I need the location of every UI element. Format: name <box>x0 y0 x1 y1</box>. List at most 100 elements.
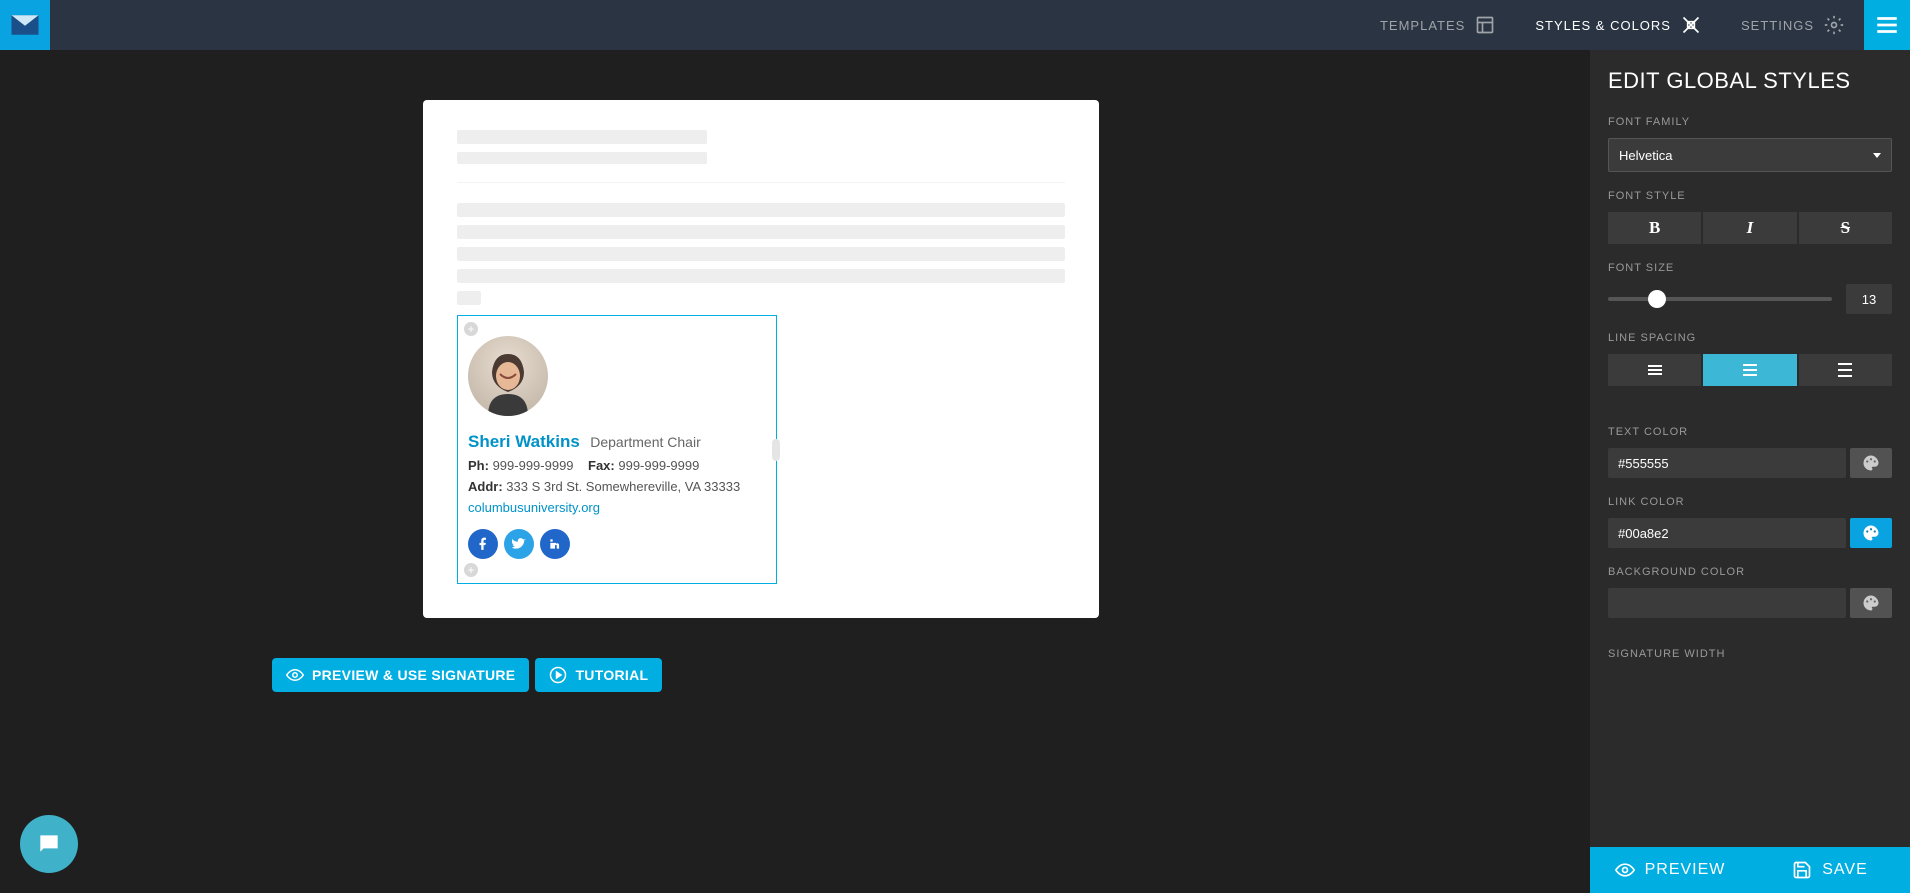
palette-icon <box>1862 524 1880 542</box>
profile-avatar[interactable] <box>468 336 548 416</box>
sidebar-preview-button[interactable]: PREVIEW <box>1590 847 1750 893</box>
signature-box[interactable]: + Sheri Watkins Department <box>457 315 777 584</box>
text-color-label: TEXT COLOR <box>1608 426 1892 438</box>
chat-widget[interactable] <box>20 815 78 873</box>
font-size-slider-row: 13 <box>1608 284 1892 314</box>
sidebar-footer: PREVIEW SAVE <box>1590 847 1910 893</box>
text-color-row: #555555 <box>1608 448 1892 478</box>
play-circle-icon <box>549 666 567 684</box>
placeholder-divider <box>457 182 1065 183</box>
nav-styles-label: STYLES & COLORS <box>1535 18 1671 33</box>
bg-color-input[interactable] <box>1608 588 1846 618</box>
chevron-down-icon <box>1873 153 1881 158</box>
bg-color-picker[interactable] <box>1850 588 1892 618</box>
gear-icon <box>1824 15 1844 35</box>
facebook-icon[interactable] <box>468 529 498 559</box>
line-spacing-normal[interactable] <box>1703 354 1796 386</box>
line-spacing-group <box>1608 354 1892 386</box>
design-tools-icon <box>1681 15 1701 35</box>
font-size-label: FONT SIZE <box>1608 262 1892 274</box>
eye-icon <box>1615 860 1635 880</box>
link-color-row: #00a8e2 <box>1608 518 1892 548</box>
line-spacing-label: LINE SPACING <box>1608 332 1892 344</box>
twitter-icon[interactable] <box>504 529 534 559</box>
menu-icon <box>1874 12 1900 38</box>
topnav: TEMPLATES STYLES & COLORS SETTINGS <box>1360 0 1910 50</box>
nav-styles-colors[interactable]: STYLES & COLORS <box>1515 0 1721 50</box>
tutorial-label: TUTORIAL <box>575 667 648 683</box>
line-spacing-tight[interactable] <box>1608 354 1701 386</box>
fax-label: Fax: <box>588 458 615 473</box>
bottom-actions: PREVIEW & USE SIGNATURE TUTORIAL <box>272 658 662 692</box>
text-color-input[interactable]: #555555 <box>1608 448 1846 478</box>
placeholder-line <box>457 225 1065 239</box>
avatar-icon <box>468 336 548 416</box>
signature-width-label: SIGNATURE WIDTH <box>1608 648 1892 660</box>
signature-address-row[interactable]: Addr: 333 S 3rd St. Somewhereville, VA 3… <box>468 479 766 494</box>
font-family-label: FONT FAMILY <box>1608 116 1892 128</box>
addr-value: 333 S 3rd St. Somewhereville, VA 33333 <box>506 479 740 494</box>
palette-icon <box>1862 454 1880 472</box>
placeholder-line <box>457 291 481 305</box>
preview-use-label: PREVIEW & USE SIGNATURE <box>312 667 515 683</box>
add-block-top[interactable]: + <box>464 322 478 336</box>
signature-link[interactable]: columbusuniversity.org <box>468 500 600 515</box>
add-block-bottom[interactable]: + <box>464 563 478 577</box>
nav-templates-label: TEMPLATES <box>1380 18 1465 33</box>
canvas: + Sheri Watkins Department <box>0 50 1522 893</box>
placeholder-line <box>457 203 1065 217</box>
sidebar-preview-label: PREVIEW <box>1645 861 1726 879</box>
app-logo[interactable] <box>0 0 50 50</box>
font-style-label: FONT STYLE <box>1608 190 1892 202</box>
signature-name: Sheri Watkins <box>468 432 580 451</box>
preview-use-signature-button[interactable]: PREVIEW & USE SIGNATURE <box>272 658 529 692</box>
link-color-picker[interactable] <box>1850 518 1892 548</box>
sidebar-title: EDIT GLOBAL STYLES <box>1608 68 1892 94</box>
placeholder-line <box>457 152 707 164</box>
italic-button[interactable]: I <box>1703 212 1796 244</box>
link-color-input[interactable]: #00a8e2 <box>1608 518 1846 548</box>
slider-thumb[interactable] <box>1648 290 1666 308</box>
font-family-value: Helvetica <box>1619 148 1672 163</box>
nav-settings[interactable]: SETTINGS <box>1721 0 1864 50</box>
font-size-value: 13 <box>1846 284 1892 314</box>
topbar: TEMPLATES STYLES & COLORS SETTINGS <box>0 0 1910 50</box>
bg-color-label: BACKGROUND COLOR <box>1608 566 1892 578</box>
palette-icon <box>1862 594 1880 612</box>
bg-color-row <box>1608 588 1892 618</box>
ph-label: Ph: <box>468 458 489 473</box>
linkedin-icon[interactable] <box>540 529 570 559</box>
font-size-slider[interactable] <box>1608 297 1832 301</box>
strike-button[interactable]: S <box>1799 212 1892 244</box>
signature-contact-row[interactable]: Ph: 999-999-9999 Fax: 999-999-9999 <box>468 458 766 473</box>
placeholder-line <box>457 269 1065 283</box>
sidebar-save-button[interactable]: SAVE <box>1750 847 1910 893</box>
eye-icon <box>286 666 304 684</box>
nav-settings-label: SETTINGS <box>1741 18 1814 33</box>
ph-value: 999-999-9999 <box>493 458 574 473</box>
sidebar-save-label: SAVE <box>1822 861 1868 879</box>
font-family-select[interactable]: Helvetica <box>1608 138 1892 172</box>
chat-icon <box>36 831 62 857</box>
text-color-picker[interactable] <box>1850 448 1892 478</box>
tutorial-button[interactable]: TUTORIAL <box>535 658 662 692</box>
email-preview-card: + Sheri Watkins Department <box>423 100 1099 618</box>
hamburger-menu-button[interactable] <box>1864 0 1910 50</box>
styles-sidebar: EDIT GLOBAL STYLES FONT FAMILY Helvetica… <box>1590 50 1910 893</box>
line-spacing-wide[interactable] <box>1799 354 1892 386</box>
resize-handle[interactable] <box>772 439 780 461</box>
save-icon <box>1792 860 1812 880</box>
addr-label: Addr: <box>468 479 503 494</box>
signature-title: Department Chair <box>590 434 701 450</box>
social-icons-row <box>468 529 766 559</box>
link-color-label: LINK COLOR <box>1608 496 1892 508</box>
layout-icon <box>1475 15 1495 35</box>
bold-button[interactable]: B <box>1608 212 1701 244</box>
nav-templates[interactable]: TEMPLATES <box>1360 0 1515 50</box>
placeholder-line <box>457 247 1065 261</box>
fax-value: 999-999-9999 <box>618 458 699 473</box>
placeholder-line <box>457 130 707 144</box>
font-style-group: B I S <box>1608 212 1892 244</box>
envelope-icon <box>10 13 40 37</box>
signature-name-row[interactable]: Sheri Watkins Department Chair <box>468 432 766 452</box>
